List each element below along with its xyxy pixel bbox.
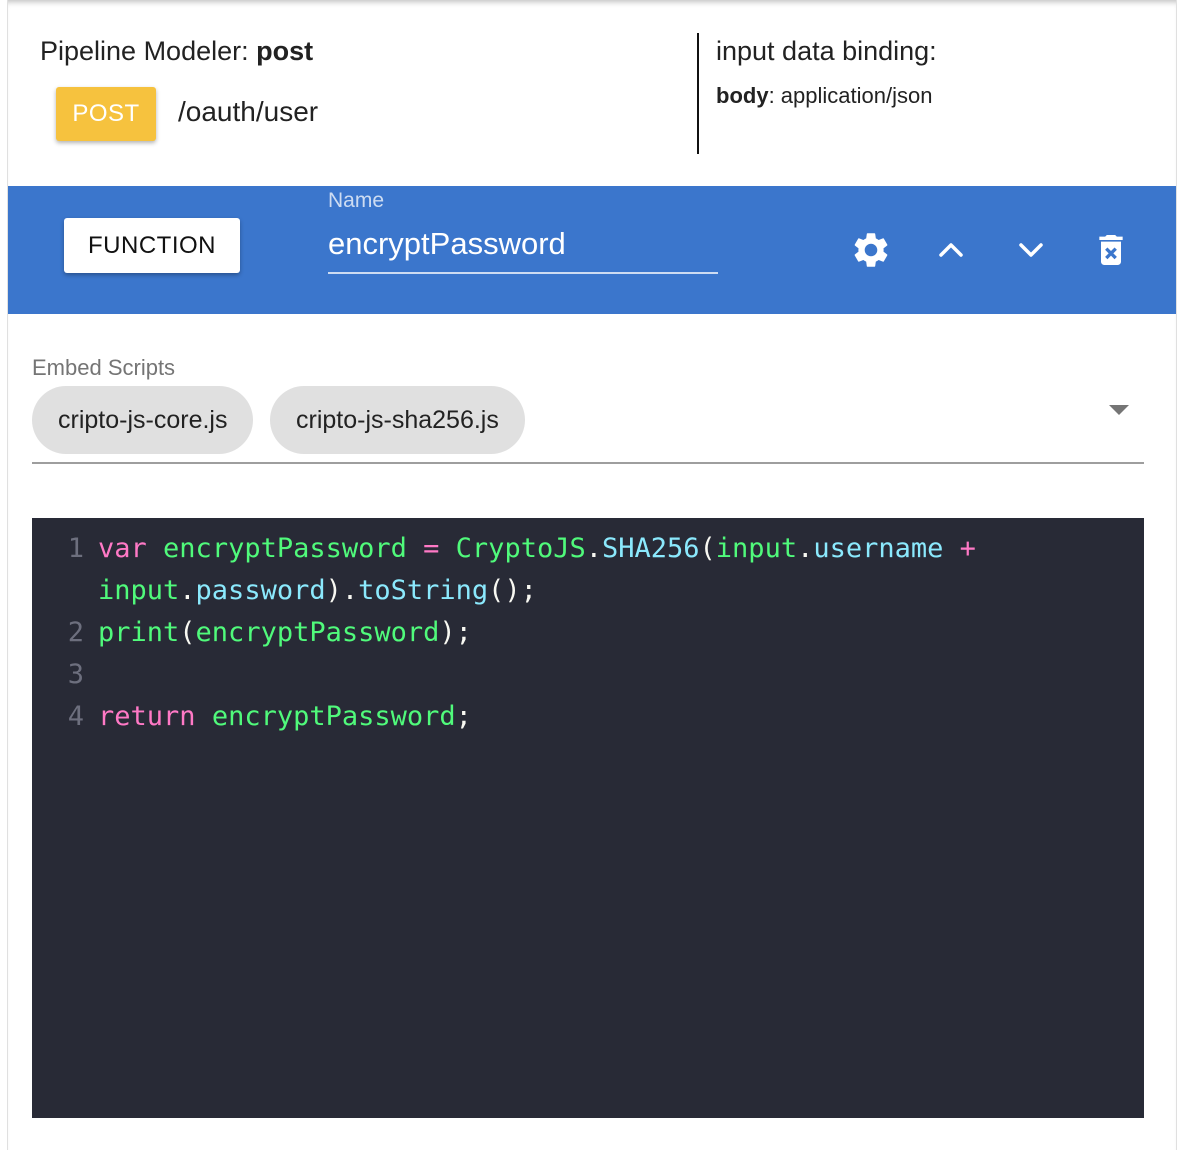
code-token: print: [98, 617, 180, 648]
line-number: 1: [67, 533, 84, 564]
code-token: .: [179, 575, 196, 606]
code-token: (: [179, 617, 196, 648]
function-type-button[interactable]: FUNCTION: [64, 218, 240, 273]
code-text: var encryptPassword = CryptoJS.SHA256(in…: [98, 528, 976, 570]
code-editor[interactable]: 1 var encryptPassword = CryptoJS.SHA256(i…: [32, 518, 1144, 1118]
code-token: ();: [488, 575, 537, 606]
code-text: input.password).toString();: [98, 570, 537, 612]
code-line[interactable]: 3: [32, 654, 1144, 696]
code-token: password: [195, 575, 326, 606]
code-text: return encryptPassword;: [98, 696, 472, 738]
code-token: return: [98, 701, 196, 732]
code-token: ).: [325, 575, 359, 606]
modeler-label: Pipeline Modeler:: [40, 36, 249, 66]
script-chip[interactable]: cripto-js-sha256.js: [270, 386, 525, 454]
dropdown-arrow-icon[interactable]: [1104, 400, 1134, 420]
line-number: 4: [67, 701, 84, 732]
code-token: =: [406, 533, 456, 564]
line-number: [32, 570, 98, 612]
code-line[interactable]: input.password).toString();: [32, 570, 1144, 612]
code-token: );: [439, 617, 472, 648]
code-token: encryptPassword: [163, 533, 407, 564]
code-token: +: [943, 533, 976, 564]
header-divider: [697, 33, 699, 154]
code-line[interactable]: 1 var encryptPassword = CryptoJS.SHA256(i…: [32, 528, 1144, 570]
code-text: print(encryptPassword);: [98, 612, 472, 654]
code-line[interactable]: 2 print(encryptPassword);: [32, 612, 1144, 654]
pipeline-modeler-title: Pipeline Modeler: post: [40, 36, 313, 67]
delete-icon: [1099, 235, 1123, 265]
code-token: ;: [455, 701, 472, 732]
embed-scripts-underline: [32, 462, 1144, 464]
binding-key: body: [716, 83, 769, 108]
name-label: Name: [328, 189, 385, 212]
code-token: input: [715, 533, 798, 564]
code-token: input: [98, 575, 180, 606]
move-down-button[interactable]: [1007, 226, 1055, 274]
function-name-input[interactable]: [328, 216, 718, 274]
binding-title: input data binding:: [716, 36, 937, 66]
code-token: .: [797, 533, 814, 564]
code-token: var: [98, 533, 147, 564]
line-number: 2: [67, 617, 84, 648]
method-badge: POST: [56, 87, 156, 141]
code-token: CryptoJS: [455, 533, 586, 564]
settings-button[interactable]: [847, 226, 895, 274]
delete-button[interactable]: [1087, 226, 1135, 274]
code-token: username: [813, 533, 944, 564]
binding-body: body: application/json: [716, 83, 932, 109]
gear-icon: [854, 233, 888, 267]
modeler-method: post: [256, 36, 314, 66]
binding-value: : application/json: [768, 83, 933, 108]
code-token: (: [699, 533, 716, 564]
function-bar: FUNCTION Name: [8, 186, 1176, 314]
code-token: encryptPassword: [211, 701, 456, 732]
chevron-up-icon: [939, 243, 963, 257]
line-number: 3: [67, 659, 84, 690]
code-token: encryptPassword: [195, 617, 440, 648]
code-line[interactable]: 4 return encryptPassword;: [32, 696, 1144, 738]
endpoint-path: /oauth/user: [178, 96, 319, 127]
chevron-down-icon: [1019, 243, 1043, 257]
code-token: SHA256: [601, 533, 700, 564]
move-up-button[interactable]: [927, 226, 975, 274]
script-chip[interactable]: cripto-js-core.js: [32, 386, 254, 454]
code-token: toString: [358, 575, 489, 606]
code-token: .: [585, 533, 602, 564]
embed-scripts-label: Embed Scripts: [32, 355, 176, 380]
